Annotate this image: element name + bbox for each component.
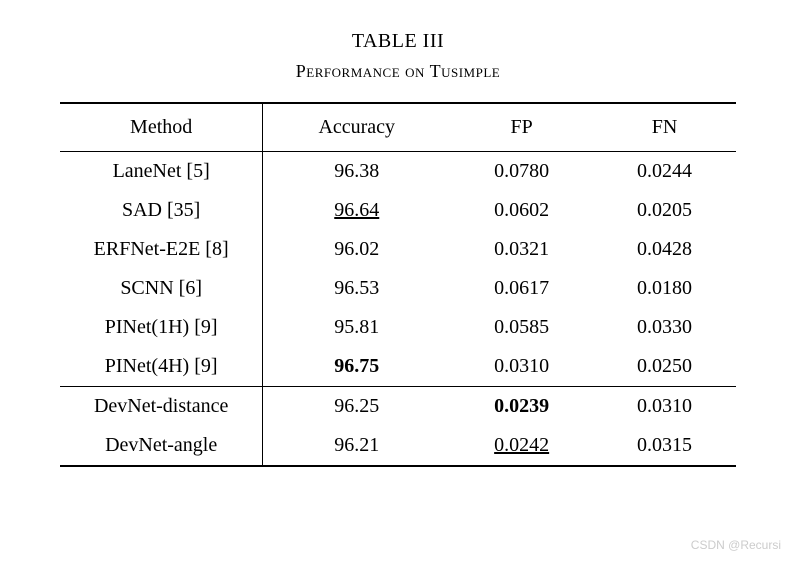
table-row: DevNet-distance 96.25 0.0239 0.0310 (60, 387, 736, 427)
table-body-group1: LaneNet [5] 96.38 0.0780 0.0244 SAD [35]… (60, 152, 736, 387)
table-caption: Performance on Tusimple (60, 61, 736, 82)
cell-fp: 0.0321 (450, 230, 593, 269)
table-row: PINet(1H) [9] 95.81 0.0585 0.0330 (60, 308, 736, 347)
cell-method: SCNN [6] (60, 269, 263, 308)
cell-fp: 0.0602 (450, 191, 593, 230)
cell-accuracy: 96.38 (263, 152, 450, 192)
cell-fn: 0.0180 (593, 269, 736, 308)
cell-fn: 0.0330 (593, 308, 736, 347)
cell-accuracy: 96.53 (263, 269, 450, 308)
cell-fp: 0.0617 (450, 269, 593, 308)
cell-accuracy: 96.25 (263, 387, 450, 427)
header-fn: FN (593, 103, 736, 152)
table-row: LaneNet [5] 96.38 0.0780 0.0244 (60, 152, 736, 192)
cell-fn: 0.0428 (593, 230, 736, 269)
table-number: TABLE III (60, 30, 736, 53)
watermark: CSDN @Recursi (691, 538, 781, 552)
cell-method: LaneNet [5] (60, 152, 263, 192)
table-row: SAD [35] 96.64 0.0602 0.0205 (60, 191, 736, 230)
header-accuracy: Accuracy (263, 103, 450, 152)
table-row: ERFNet-E2E [8] 96.02 0.0321 0.0428 (60, 230, 736, 269)
cell-fn: 0.0244 (593, 152, 736, 192)
cell-accuracy: 96.75 (263, 347, 450, 387)
table-body-group2: DevNet-distance 96.25 0.0239 0.0310 DevN… (60, 387, 736, 467)
table-row: DevNet-angle 96.21 0.0242 0.0315 (60, 426, 736, 466)
cell-method: DevNet-distance (60, 387, 263, 427)
cell-fp: 0.0585 (450, 308, 593, 347)
cell-fn: 0.0205 (593, 191, 736, 230)
cell-fn: 0.0315 (593, 426, 736, 466)
cell-fn: 0.0250 (593, 347, 736, 387)
cell-method: PINet(4H) [9] (60, 347, 263, 387)
cell-accuracy: 96.02 (263, 230, 450, 269)
cell-fn: 0.0310 (593, 387, 736, 427)
cell-method: ERFNet-E2E [8] (60, 230, 263, 269)
cell-method: SAD [35] (60, 191, 263, 230)
header-fp: FP (450, 103, 593, 152)
cell-fp: 0.0239 (450, 387, 593, 427)
cell-accuracy: 96.21 (263, 426, 450, 466)
table-row: SCNN [6] 96.53 0.0617 0.0180 (60, 269, 736, 308)
cell-fp: 0.0310 (450, 347, 593, 387)
cell-fp: 0.0242 (450, 426, 593, 466)
cell-accuracy: 95.81 (263, 308, 450, 347)
performance-table: Method Accuracy FP FN LaneNet [5] 96.38 … (60, 102, 736, 467)
cell-fp: 0.0780 (450, 152, 593, 192)
cell-method: DevNet-angle (60, 426, 263, 466)
header-method: Method (60, 103, 263, 152)
cell-method: PINet(1H) [9] (60, 308, 263, 347)
table-header-row: Method Accuracy FP FN (60, 103, 736, 152)
cell-accuracy: 96.64 (263, 191, 450, 230)
table-row: PINet(4H) [9] 96.75 0.0310 0.0250 (60, 347, 736, 387)
